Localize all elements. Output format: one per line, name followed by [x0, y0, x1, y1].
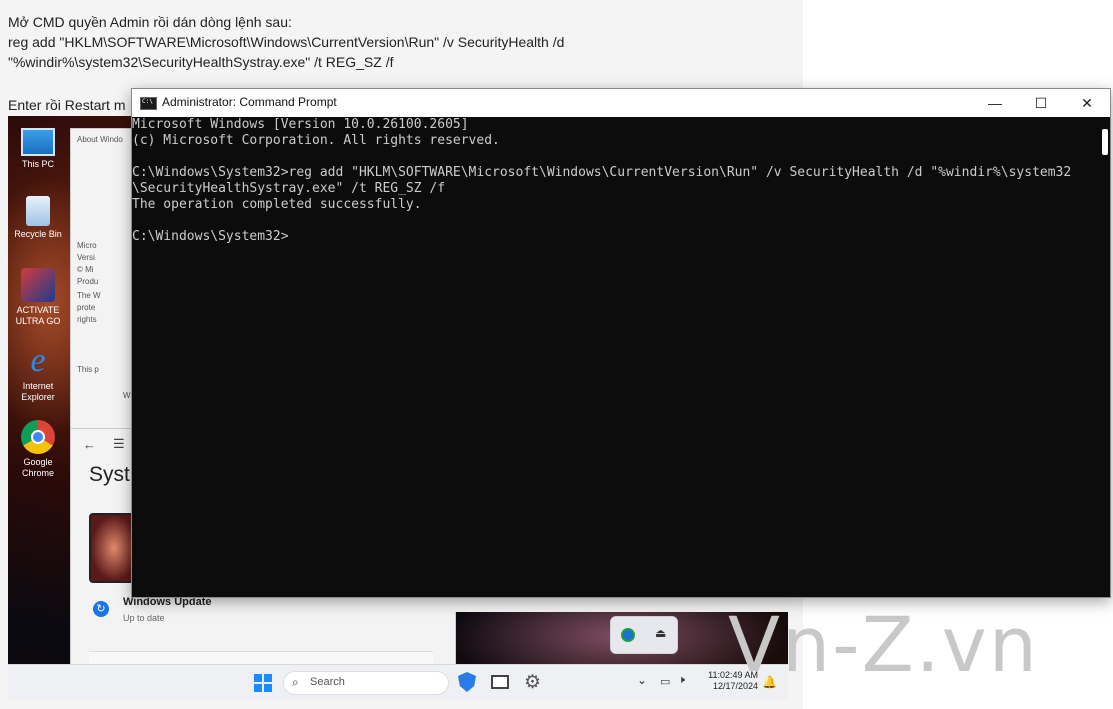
desktop-icon-this-pc[interactable]: This PC: [8, 124, 68, 170]
console-line: C:\Windows\System32>: [132, 229, 289, 244]
back-arrow-icon[interactable]: ←: [83, 437, 96, 452]
recycle-bin-icon: [26, 196, 50, 226]
cmd-window-title: Administrator: Command Prompt: [162, 95, 337, 109]
maximize-button[interactable]: ☐: [1018, 89, 1064, 117]
post-line-4: Enter rồi Restart m: [8, 97, 126, 113]
chrome-icon: [21, 420, 55, 454]
post-line-3: "%windir%\system32\SecurityHealthSystray…: [8, 54, 394, 70]
close-button[interactable]: ✕: [1064, 89, 1110, 117]
scrollbar-thumb[interactable]: [1102, 129, 1108, 155]
taskbar: ⌕ Search ⚙ ⌄ ▭ 🕨 11:02:49 AM 12/17/2024 …: [8, 664, 788, 700]
taskbar-search[interactable]: ⌕ Search: [283, 671, 449, 695]
search-icon: ⌕: [292, 675, 299, 689]
console-line: ​: [132, 149, 1092, 165]
desktop-icon-chrome[interactable]: Google Chrome: [8, 420, 68, 479]
computer-icon: [21, 128, 55, 156]
post-line-1: Mở CMD quyền Admin rồi dán dòng lệnh sau…: [8, 14, 292, 30]
console-line: \SecurityHealthSystray.exe" /t REG_SZ /f: [132, 181, 446, 196]
tray-overflow-popup: ⏏: [610, 616, 678, 654]
console-line: ​: [132, 213, 1092, 229]
desktop-icon-recycle-bin[interactable]: Recycle Bin: [8, 196, 68, 240]
security-health-icon[interactable]: [621, 628, 635, 642]
start-icon[interactable]: [254, 674, 272, 692]
task-view-icon[interactable]: [491, 675, 509, 689]
minimize-button[interactable]: —: [972, 89, 1018, 117]
activate-icon: [21, 268, 55, 302]
console-line: C:\Windows\System32>reg add "HKLM\SOFTWA…: [132, 165, 1072, 180]
show-hidden-icons-chevron-icon[interactable]: ⌄: [633, 673, 651, 693]
console-line: (c) Microsoft Corporation. All rights re…: [132, 133, 500, 148]
watermark-text: Vn-Z.vn: [728, 600, 1039, 689]
up-to-date-label: Up to date: [123, 613, 165, 623]
post-line-2: reg add "HKLM\SOFTWARE\Microsoft\Windows…: [8, 34, 565, 50]
usb-icon[interactable]: ⏏: [655, 626, 666, 640]
volume-muted-icon[interactable]: 🕨: [678, 674, 685, 687]
search-placeholder: Search: [310, 676, 345, 688]
console-line: The operation completed successfully.: [132, 197, 422, 212]
cmd-icon: [140, 97, 157, 110]
desktop-icon-internet-explorer[interactable]: e Internet Explorer: [8, 344, 68, 403]
command-prompt-window[interactable]: Administrator: Command Prompt — ☐ ✕ Micr…: [131, 88, 1111, 598]
sync-icon: ↻: [93, 601, 109, 617]
menu-icon[interactable]: ☰: [113, 436, 125, 452]
windows-security-icon[interactable]: [458, 672, 476, 692]
settings-title: Syst: [89, 463, 130, 486]
settings-gear-icon[interactable]: ⚙: [524, 671, 541, 694]
network-icon[interactable]: ▭: [660, 675, 670, 688]
console-line: Microsoft Windows [Version 10.0.26100.26…: [132, 117, 469, 132]
ie-icon: e: [30, 342, 46, 379]
desktop-icon-activate[interactable]: ACTIVATE ULTRA GO: [8, 268, 68, 327]
console-output[interactable]: Microsoft Windows [Version 10.0.26100.26…: [132, 117, 1092, 597]
cmd-title-bar[interactable]: Administrator: Command Prompt — ☐ ✕: [132, 89, 1110, 117]
